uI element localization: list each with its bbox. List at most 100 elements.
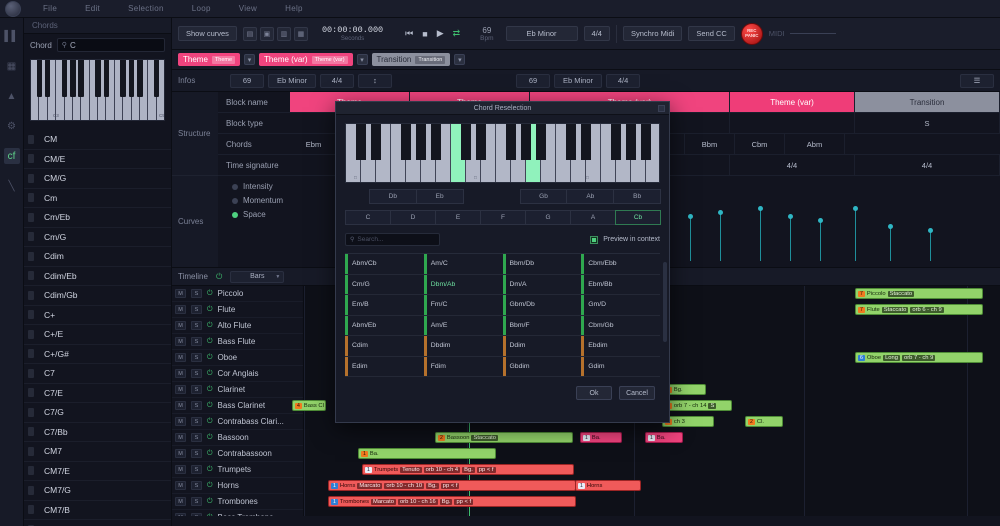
chord-cell[interactable]: Bbm — [685, 134, 735, 154]
clip[interactable]: 6OboeLongorb 7 - ch 9 — [855, 352, 983, 363]
track-row[interactable]: MS⏻Trumpets — [172, 462, 303, 478]
power-icon[interactable]: ⏻ — [207, 418, 213, 426]
curve-option[interactable]: Space — [232, 210, 290, 219]
track-row[interactable]: MS⏻Bass Trombone — [172, 510, 303, 516]
curve-point[interactable] — [818, 218, 823, 223]
grid-icon[interactable]: ▦ — [4, 58, 20, 74]
infos-left-bpm[interactable]: 69 — [230, 74, 264, 88]
drag-handle-icon[interactable] — [28, 330, 34, 339]
black-note-button-Gb[interactable]: Gb — [520, 189, 568, 204]
chord-cell[interactable]: Cbm — [735, 134, 785, 154]
white-note-button-F[interactable]: F — [480, 210, 526, 225]
skip-start-icon[interactable]: ⏮ — [405, 28, 413, 39]
stop-icon[interactable]: ■ — [422, 29, 427, 39]
chord-grid-cell[interactable]: Gbm/Db — [503, 295, 582, 316]
mute-button[interactable]: M — [175, 401, 186, 410]
clip[interactable]: 1Ba. — [358, 448, 496, 459]
chord-list-item[interactable]: Cdim/Gb — [24, 286, 171, 306]
chord-grid-cell[interactable]: Bbm/Db — [503, 254, 582, 275]
curve-point[interactable] — [688, 214, 693, 219]
chord-list-item[interactable]: Cm7 — [24, 520, 171, 526]
infos-menu-icon[interactable]: ☰ — [960, 74, 994, 88]
solo-button[interactable]: S — [191, 321, 202, 330]
menu-item-selection[interactable]: Selection — [114, 4, 178, 13]
track-row[interactable]: MS⏻Bass Clarinet — [172, 398, 303, 414]
mute-button[interactable]: M — [175, 321, 186, 330]
black-note-button-Ab[interactable]: Ab — [566, 189, 614, 204]
track-row[interactable]: MS⏻Trombones — [172, 494, 303, 510]
black-key[interactable] — [70, 60, 76, 97]
power-icon[interactable]: ⏻ — [207, 402, 213, 410]
chord-list-item[interactable]: CM/G — [24, 169, 171, 189]
ok-button[interactable]: Ok — [576, 386, 612, 400]
chord-list-item[interactable]: C+/G# — [24, 345, 171, 365]
chord-grid-cell[interactable]: Gdim — [581, 357, 660, 378]
solo-button[interactable]: S — [191, 353, 202, 362]
curve-options[interactable]: IntensityMomentumSpace — [218, 176, 290, 267]
solo-button[interactable]: S — [191, 497, 202, 506]
clip[interactable]: 1Ba. — [580, 432, 622, 443]
chart-icon[interactable]: ╲ — [4, 178, 20, 194]
menu-item-help[interactable]: Help — [271, 4, 317, 13]
mute-button[interactable]: M — [175, 449, 186, 458]
menu-item-loop[interactable]: Loop — [178, 4, 225, 13]
black-key[interactable] — [416, 124, 427, 160]
power-icon[interactable]: ⏻ — [207, 514, 213, 517]
chord-list-item[interactable]: Cdim — [24, 247, 171, 267]
track-row[interactable]: MS⏻Oboe — [172, 350, 303, 366]
black-key[interactable] — [78, 60, 84, 97]
chord-list-item[interactable]: C7/E — [24, 384, 171, 404]
black-key[interactable] — [104, 60, 110, 97]
clip[interactable]: 1Ba. — [645, 432, 683, 443]
time-signature-cell[interactable]: 4/4 — [730, 155, 855, 175]
chord-grid-cell[interactable]: Ebm/Bb — [581, 275, 660, 296]
black-key[interactable] — [476, 124, 487, 160]
chord-list-item[interactable]: Cdim/Eb — [24, 267, 171, 287]
view-2-icon[interactable]: ▣ — [260, 27, 274, 41]
synchro-midi-button[interactable]: Synchro Midi — [623, 26, 682, 41]
infos-right-bpm[interactable]: 69 — [516, 74, 550, 88]
preview-in-context-toggle[interactable]: Preview in context — [590, 236, 660, 244]
clip[interactable]: 1HornsMarcatoorb 10 - ch 10Bg.pp < f — [328, 480, 576, 491]
chord-grid-cell[interactable]: Am/C — [424, 254, 503, 275]
black-key[interactable] — [37, 60, 43, 97]
section-tab-menu-icon[interactable]: ▾ — [244, 54, 255, 65]
chord-grid-cell[interactable]: Abm/Eb — [345, 316, 424, 337]
drag-handle-icon[interactable] — [28, 310, 34, 319]
chord-list-item[interactable]: CM — [24, 130, 171, 150]
track-row[interactable]: MS⏻Flute — [172, 302, 303, 318]
solo-button[interactable]: S — [191, 449, 202, 458]
black-note-button-Db[interactable]: Db — [369, 189, 417, 204]
curve-point[interactable] — [718, 210, 723, 215]
black-key[interactable] — [356, 124, 367, 160]
black-note-button-Eb[interactable]: Eb — [416, 189, 464, 204]
chord-grid-cell[interactable]: Dbdim — [424, 336, 503, 357]
black-key[interactable] — [154, 60, 160, 97]
black-key[interactable] — [129, 60, 135, 97]
curve-point[interactable] — [788, 214, 793, 219]
section-tab-menu-icon[interactable]: ▾ — [454, 54, 465, 65]
black-key[interactable] — [120, 60, 126, 97]
chord-list[interactable]: CMCM/ECM/GCmCm/EbCm/GCdimCdim/EbCdim/GbC… — [24, 130, 171, 526]
mute-button[interactable]: M — [175, 289, 186, 298]
drag-handle-icon[interactable] — [28, 349, 34, 358]
power-icon[interactable]: ⏻ — [207, 370, 213, 378]
dialog-search-input[interactable]: ⚲ Search... — [345, 233, 440, 246]
section-tab[interactable]: ThemeTheme — [178, 53, 240, 66]
mute-button[interactable]: M — [175, 337, 186, 346]
mute-button[interactable]: M — [175, 513, 186, 516]
mute-button[interactable]: M — [175, 305, 186, 314]
drag-handle-icon[interactable] — [28, 232, 34, 241]
section-tab[interactable]: TransitionTransition — [372, 53, 451, 66]
curve-option[interactable]: Intensity — [232, 182, 290, 191]
white-note-button-E[interactable]: E — [435, 210, 481, 225]
chord-grid-cell[interactable]: Cdim — [345, 336, 424, 357]
mixer-icon[interactable]: ▲ — [4, 88, 20, 104]
chord-cell[interactable]: Ebm — [290, 134, 338, 154]
power-icon[interactable]: ⏻ — [207, 498, 213, 506]
infos-left-timesig[interactable]: 4/4 — [320, 74, 354, 88]
drag-handle-icon[interactable] — [28, 154, 34, 163]
show-curves-button[interactable]: Show curves — [178, 26, 237, 41]
chord-grid-cell[interactable]: Ddim — [503, 336, 582, 357]
track-row[interactable]: MS⏻Piccolo — [172, 286, 303, 302]
